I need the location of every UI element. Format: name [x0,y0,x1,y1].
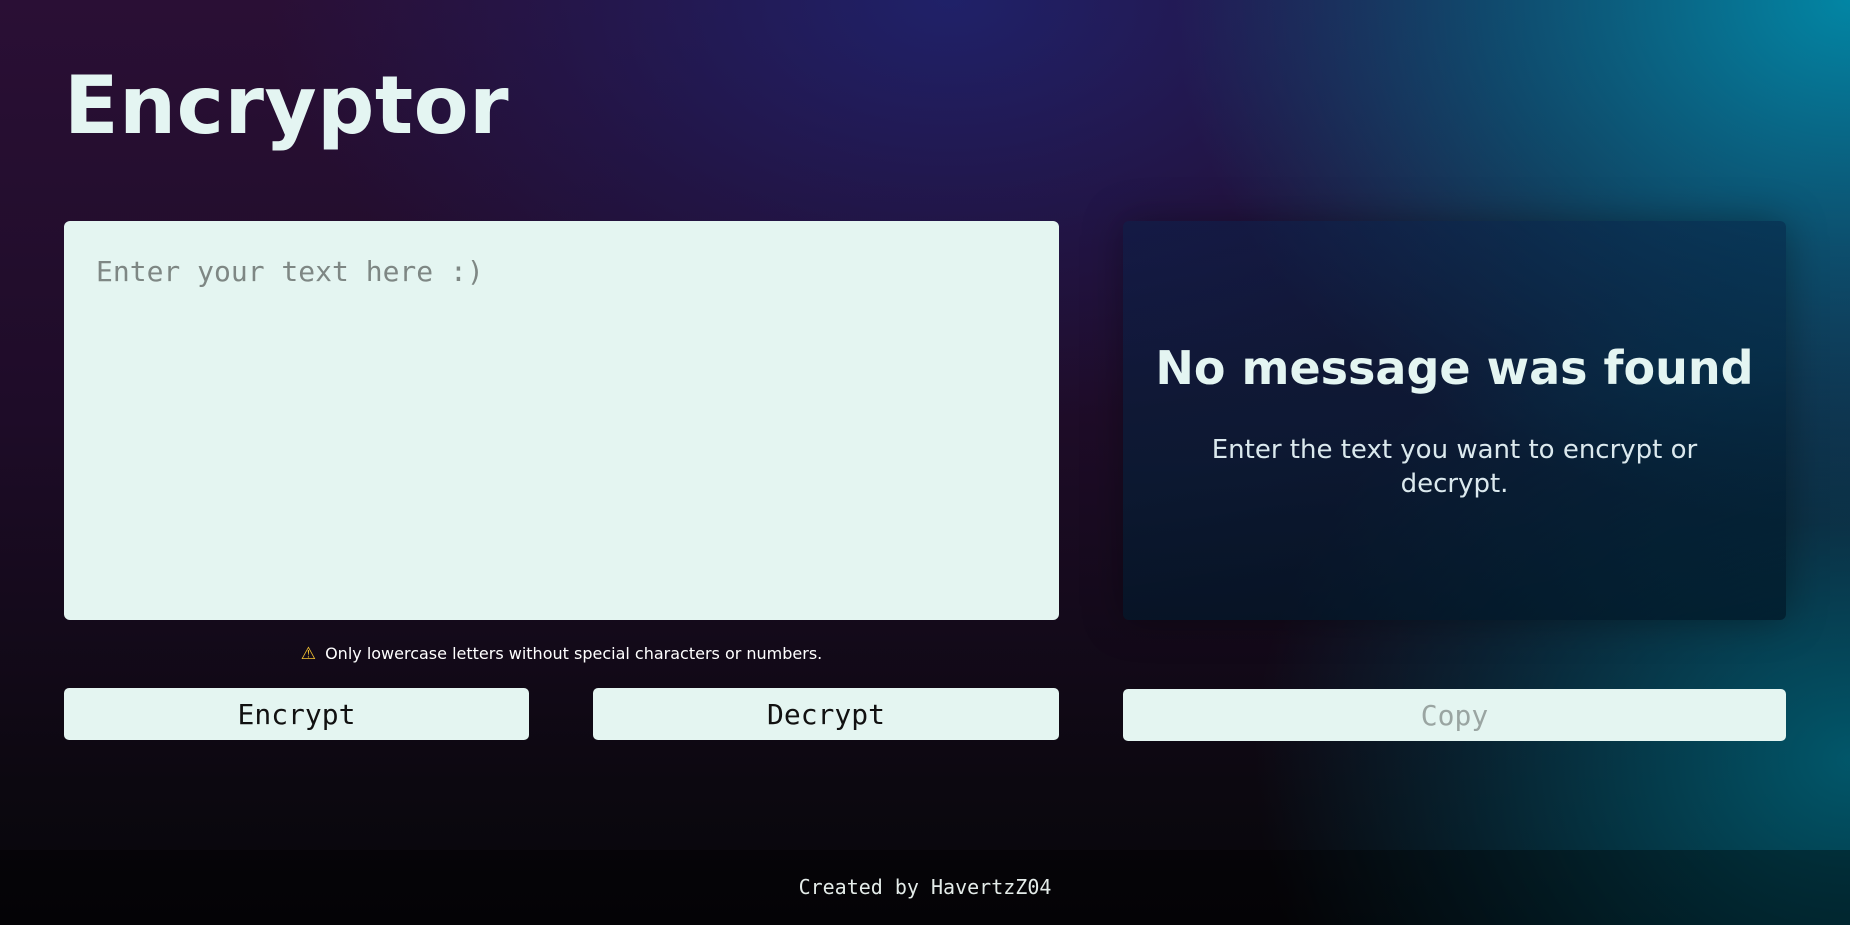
copy-button[interactable]: Copy [1123,689,1786,741]
footer-credit: Created by HavertzZ04 [798,875,1052,899]
output-description: Enter the text you want to encrypt or de… [1211,435,1698,499]
decrypt-button[interactable]: Decrypt [593,688,1059,740]
page-title: Encryptor [64,59,510,152]
text-input[interactable] [64,221,1059,620]
warning-icon: ⚠ [300,644,316,664]
output-title: No message was found [1155,341,1754,395]
encrypt-button[interactable]: Encrypt [64,688,529,740]
warning-text: Only lowercase letters without special c… [325,644,823,663]
output-panel: No message was found Enter the text you … [1123,221,1786,620]
input-warning: ⚠ Only lowercase letters without special… [64,644,1059,664]
footer: Created by HavertzZ04 [0,850,1850,925]
